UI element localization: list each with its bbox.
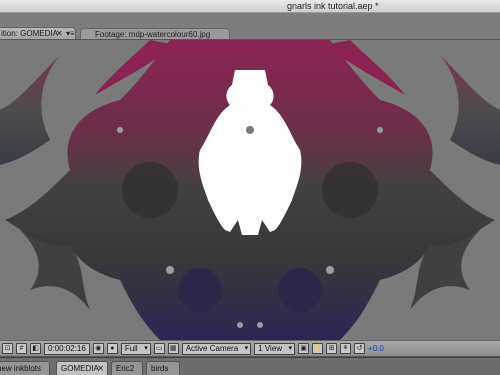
timeline-icon[interactable]: ⊞	[326, 343, 338, 354]
tab-composition[interactable]: ition: GOMEDIA ✕ ▾≡	[0, 27, 76, 39]
timeline-tab-label: new inkblots	[0, 364, 42, 373]
timeline-tab-eric2[interactable]: Eric2	[111, 361, 143, 375]
magnification-icon[interactable]: ⊡	[2, 343, 13, 354]
window-titlebar: gnarls ink tutorial.aep *	[0, 0, 500, 13]
panel-tab-bar: ition: GOMEDIA ✕ ▾≡ Footage: mdp-waterco…	[0, 13, 500, 40]
current-time-display[interactable]: 0:00:02:16	[44, 342, 90, 355]
close-icon[interactable]: ✕	[97, 364, 104, 373]
panel-menu-icon[interactable]: ▾≡	[66, 29, 75, 38]
timeline-tab-label: GOMEDIA	[61, 364, 99, 373]
exposure-reset-icon[interactable]: ↺	[354, 343, 366, 354]
color-channel-icon[interactable]: ●	[106, 343, 118, 354]
resolution-select[interactable]: Full	[120, 342, 151, 355]
tab-composition-label: ition: GOMEDIA	[1, 29, 58, 38]
timeline-tab-new-inkblots[interactable]: new inkblots	[0, 361, 50, 375]
exposure-value[interactable]: +0.0	[368, 344, 384, 353]
timeline-tab-label: Eric2	[116, 364, 135, 373]
snapshot-icon[interactable]: ◉	[92, 343, 104, 354]
inkblot-image	[0, 40, 500, 340]
composition-viewer[interactable]	[0, 40, 500, 340]
flowchart-icon[interactable]: ⚘	[340, 343, 352, 354]
grid-toggle-icon[interactable]: #	[16, 343, 27, 354]
transparency-grid-icon[interactable]: ▦	[167, 343, 179, 354]
close-icon[interactable]: ✕	[56, 29, 63, 38]
window-title: gnarls ink tutorial.aep *	[287, 1, 379, 11]
timeline-tab-gomedia[interactable]: GOMEDIA ✕	[56, 361, 108, 375]
pixel-aspect-icon[interactable]: ▣	[298, 343, 310, 354]
mask-visibility-icon[interactable]: ◧	[30, 343, 41, 354]
tab-footage-label: Footage: mdp-watercolour60.jpg	[95, 30, 211, 39]
region-of-interest-icon[interactable]: ▭	[153, 343, 165, 354]
viewer-toolbar: ⊡ # ◧ 0:00:02:16 ◉ ● Full ▭ ▦ Active Cam…	[0, 340, 500, 357]
view-layout-select[interactable]: 1 View	[254, 342, 296, 355]
tab-footage[interactable]: Footage: mdp-watercolour60.jpg	[80, 28, 230, 39]
timeline-tab-label: birds	[151, 364, 169, 373]
fast-preview-icon[interactable]: ⚡	[312, 343, 324, 354]
camera-select[interactable]: Active Camera	[181, 342, 252, 355]
timeline-tab-birds[interactable]: birds	[146, 361, 180, 375]
timeline-tab-bar: new inkblots GOMEDIA ✕ Eric2 birds	[0, 357, 500, 375]
